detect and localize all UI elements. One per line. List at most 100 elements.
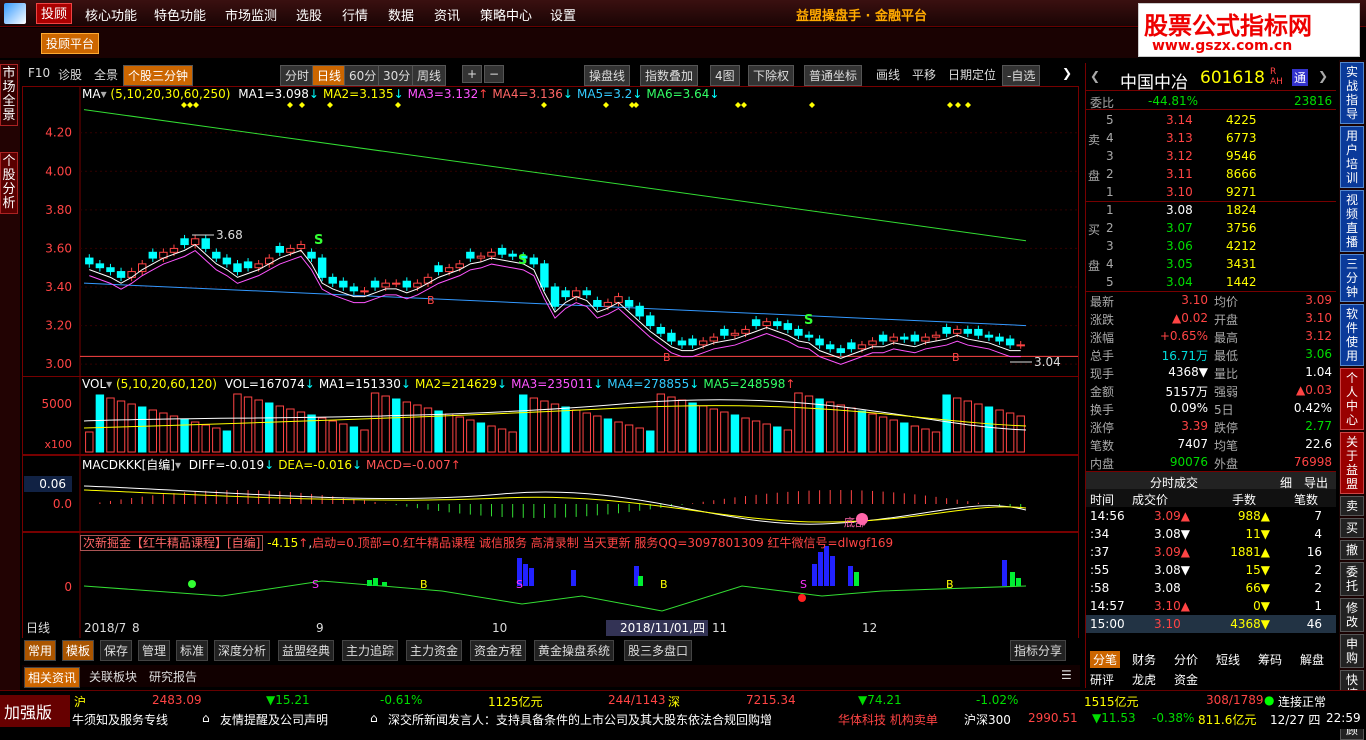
template-tab-6[interactable]: 益盟经典 xyxy=(278,640,335,661)
template-tab-10[interactable]: 黄金操盘系统 xyxy=(534,640,615,661)
ticker-1[interactable]: 牛须知及服务专线 xyxy=(72,711,168,728)
quote-tab-4[interactable]: 筹码 xyxy=(1258,651,1282,668)
tab-research[interactable]: 研究报告 xyxy=(146,667,200,686)
stock-info-icon[interactable]: 通 xyxy=(1292,69,1309,86)
side-tab-9[interactable]: 撤 xyxy=(1340,540,1364,560)
buy-row-side-label: 盘 xyxy=(1088,259,1101,273)
side-tab-12[interactable]: 申购 xyxy=(1340,634,1364,668)
kline-chart[interactable]: 4.20 4.00 3.80 3.60 3.40 3.20 3.00 3.68 3.04 S S S… xyxy=(22,86,1080,638)
volume-bar xyxy=(815,398,824,453)
tab-stock-analysis[interactable]: 个股分析 xyxy=(0,152,18,214)
ind4-legend-prefix[interactable]: 次新掘金【红牛精品课程】[自编] xyxy=(80,535,264,551)
macd-legend-prefix[interactable]: MACDKKK[自编] xyxy=(82,458,175,472)
template-tab-1[interactable]: 模板 xyxy=(62,640,95,661)
next-stock-icon[interactable]: ❯ xyxy=(1318,69,1328,83)
menu-select[interactable]: 选股 xyxy=(296,5,322,24)
quote-tab-5[interactable]: 解盘 xyxy=(1300,651,1324,668)
x-tick-label: 2018/7 xyxy=(84,621,126,635)
side-tab-2[interactable]: 视频直播 xyxy=(1340,190,1364,252)
pan-button[interactable]: 平移 xyxy=(912,66,936,83)
side-tab-7[interactable]: 卖 xyxy=(1340,496,1364,516)
sell-signal-label: S xyxy=(314,233,323,248)
tick-price: 3.09▲ xyxy=(1154,545,1190,559)
weibi-row: 委比 -44.81% 23816 xyxy=(1086,92,1336,110)
ticker-3[interactable]: 深交所新闻发言人：支持具备条件的上市公司及其大股东依法合规回购增 xyxy=(388,711,836,728)
side-tab-8[interactable]: 买 xyxy=(1340,518,1364,538)
date-locate-button[interactable]: 日期定位 xyxy=(948,66,996,83)
tab-market-overview[interactable]: 市场全景 xyxy=(0,64,18,126)
template-tab-9[interactable]: 资金方程 xyxy=(470,640,527,661)
vol-legend-prefix[interactable]: VOL xyxy=(82,377,106,391)
menu-data[interactable]: 数据 xyxy=(388,5,414,24)
collapse-icon[interactable]: ❯ xyxy=(1062,66,1072,80)
operate-line-menu[interactable]: 操盘线 xyxy=(584,65,631,86)
diagnose-button[interactable]: 诊股 xyxy=(58,66,82,83)
template-tab-7[interactable]: 主力追踪 xyxy=(342,640,399,661)
quote-tab-0[interactable]: 分笔 xyxy=(1090,651,1121,668)
period-daily[interactable]: 日线 xyxy=(312,65,347,86)
buy-row-level: 5 xyxy=(1106,275,1114,289)
volume-bar xyxy=(582,412,591,453)
index-overlay-menu[interactable]: 指数叠加 xyxy=(640,65,699,86)
side-tab-3[interactable]: 三分钟 xyxy=(1340,254,1364,302)
axis-menu[interactable]: 普通坐标 xyxy=(804,65,863,86)
ticker-2[interactable]: 友情提醒及公司声明 xyxy=(220,711,328,728)
template-tab-8[interactable]: 主力资金 xyxy=(406,640,463,661)
menu-settings[interactable]: 设置 xyxy=(550,5,576,24)
tab-related-sector[interactable]: 关联板块 xyxy=(86,667,140,686)
side-tab-5[interactable]: 个人中心 xyxy=(1340,368,1364,430)
three-minute-button[interactable]: 个股三分钟 xyxy=(123,65,194,86)
quote-tab2-1[interactable]: 龙虎 xyxy=(1132,671,1156,688)
period-60m[interactable]: 60分 xyxy=(344,65,382,86)
period-week[interactable]: 周线 xyxy=(412,65,447,86)
signal-diamond-icon xyxy=(299,102,305,108)
menu-core[interactable]: 核心功能 xyxy=(85,5,137,24)
side-tab-4[interactable]: 软件使用 xyxy=(1340,304,1364,366)
quote-tab-3[interactable]: 短线 xyxy=(1216,651,1240,668)
template-tab-5[interactable]: 深度分析 xyxy=(214,640,271,661)
tab-related-news[interactable]: 相关资讯 xyxy=(24,667,81,688)
zoom-out-button[interactable]: − xyxy=(484,65,505,83)
volume-bar xyxy=(529,397,539,453)
period-30m[interactable]: 30分 xyxy=(378,65,416,86)
quote-tab2-2[interactable]: 资金 xyxy=(1174,671,1198,688)
menu-monitor[interactable]: 市场监测 xyxy=(225,5,277,24)
template-tab-11[interactable]: 股三多盘口 xyxy=(624,640,693,661)
overview-button[interactable]: 全景 xyxy=(94,66,118,83)
side-tab-1[interactable]: 用户培训 xyxy=(1340,126,1364,188)
menu-special[interactable]: 特色功能 xyxy=(154,5,206,24)
ma-legend-prefix[interactable]: MA xyxy=(82,87,101,101)
four-chart-menu[interactable]: 4图 xyxy=(710,65,740,86)
quote-tab-1[interactable]: 财务 xyxy=(1132,651,1156,668)
menu-strategy[interactable]: 策略中心 xyxy=(480,5,532,24)
draw-line-button[interactable]: 画线 xyxy=(876,66,900,83)
ticker-4[interactable]: 华体科技 机构卖单 xyxy=(838,711,938,728)
template-tab-3[interactable]: 管理 xyxy=(138,640,171,661)
ex-rights-menu[interactable]: 下除权 xyxy=(748,65,795,86)
quote-tab2-0[interactable]: 研评 xyxy=(1090,671,1114,688)
template-tab-2[interactable]: 保存 xyxy=(100,640,133,661)
side-tab-11[interactable]: 修改 xyxy=(1340,598,1364,632)
menu-tougu[interactable]: 投顾 xyxy=(36,3,73,24)
collapse-panel-icon[interactable]: ☰ xyxy=(1058,667,1075,683)
template-tab-4[interactable]: 标准 xyxy=(176,640,209,661)
volume-bar xyxy=(561,406,570,453)
prev-stock-icon[interactable]: ❮ xyxy=(1090,69,1100,83)
menu-quote[interactable]: 行情 xyxy=(342,5,368,24)
volume-bar xyxy=(794,392,803,453)
watchlist-menu[interactable]: -自选 xyxy=(1002,65,1041,86)
indicator-share-button[interactable]: 指标分享 xyxy=(1010,640,1067,661)
menu-news[interactable]: 资讯 xyxy=(434,5,460,24)
buy-row-level: 2 xyxy=(1106,221,1114,235)
tougu-platform-button[interactable]: 投顾平台 xyxy=(41,33,100,54)
f10-button[interactable]: F10 xyxy=(28,66,50,80)
quote-tab-2[interactable]: 分价 xyxy=(1174,651,1198,668)
side-tab-6[interactable]: 关于益盟 xyxy=(1340,432,1364,494)
period-intraday[interactable]: 分时 xyxy=(280,65,315,86)
template-tab-0[interactable]: 常用 xyxy=(24,640,57,661)
zoom-in-button[interactable]: + xyxy=(462,65,483,83)
side-tab-10[interactable]: 委托 xyxy=(1340,562,1364,596)
signal-diamond-icon xyxy=(395,102,401,108)
volume-bar xyxy=(783,429,793,453)
side-tab-0[interactable]: 实战指导 xyxy=(1340,62,1364,124)
